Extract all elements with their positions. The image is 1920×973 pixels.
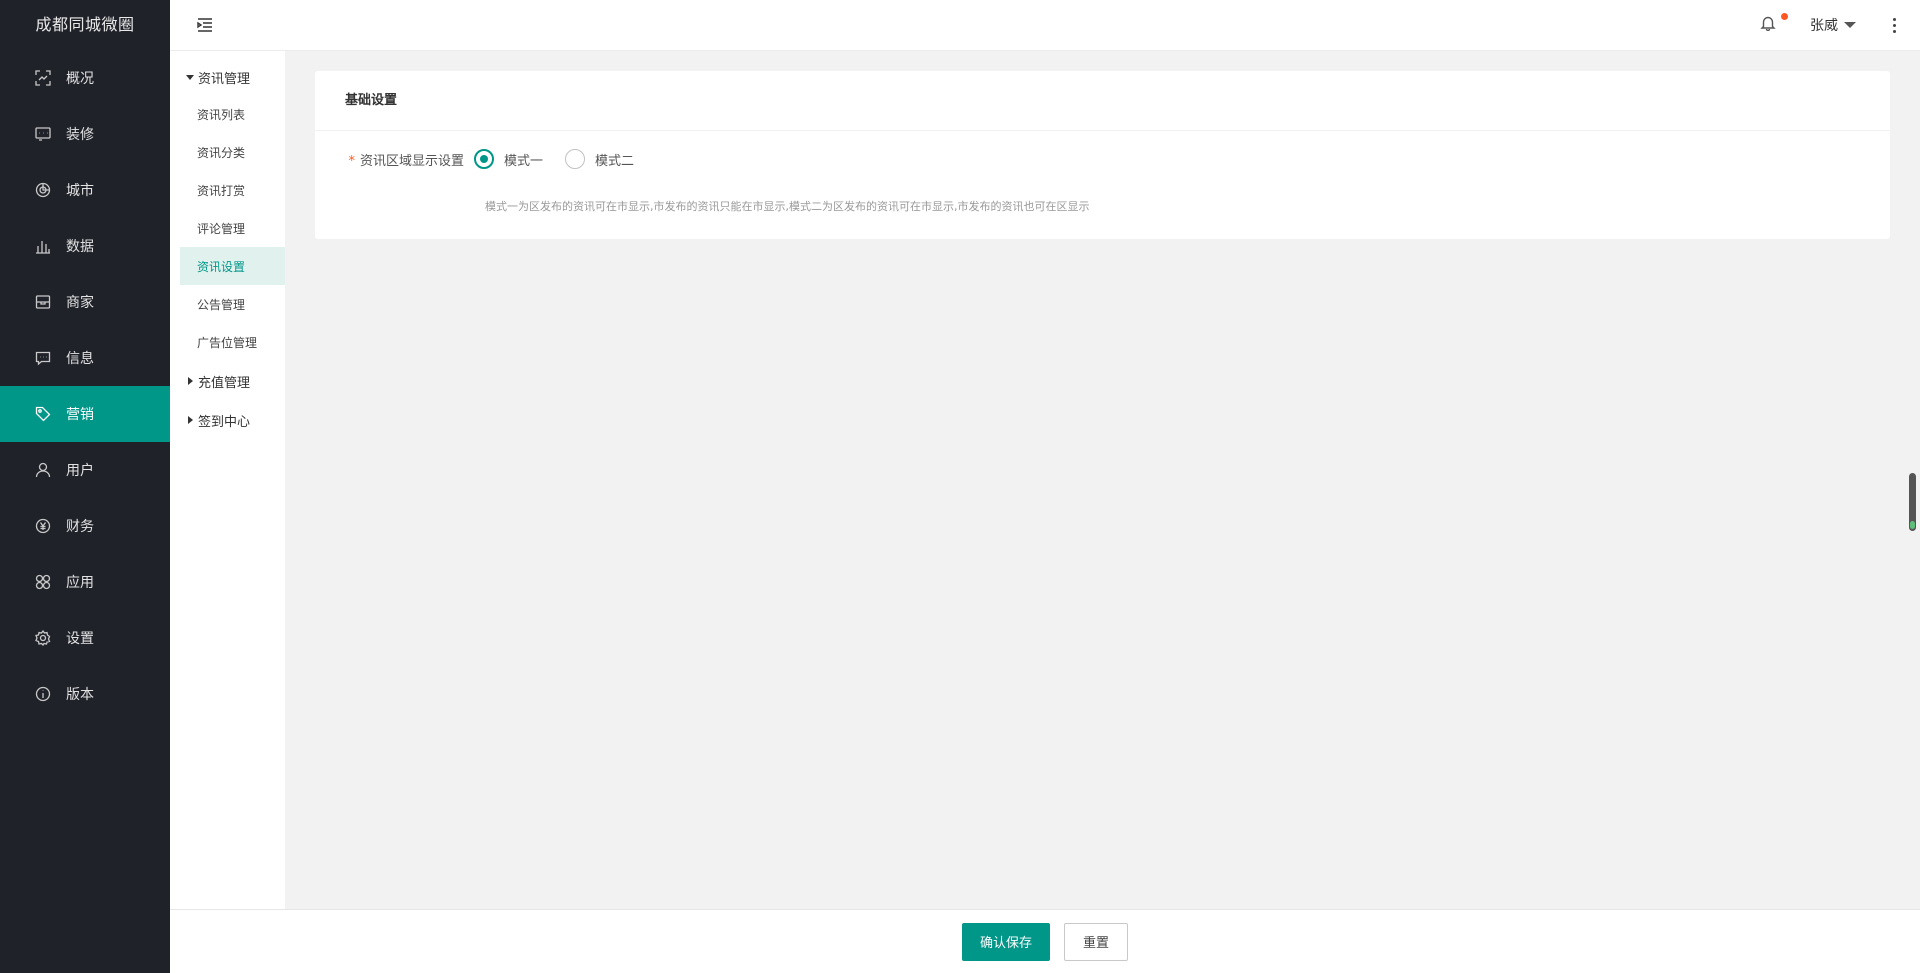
sidebar-item-label: 数据 <box>66 239 94 255</box>
sub-sidebar: 资讯管理 资讯列表 资讯分类 资讯打赏 评论管理 资讯设置 公告管理 广告位管理… <box>170 51 285 909</box>
sidebar-item-apps[interactable]: 应用 <box>0 554 170 610</box>
chart-icon <box>34 237 52 255</box>
subnav-item-news-category[interactable]: 资讯分类 <box>170 133 285 171</box>
sidebar-item-settings[interactable]: 设置 <box>0 610 170 666</box>
sidebar-item-label: 概况 <box>66 71 94 87</box>
apps-icon <box>34 573 52 591</box>
message-icon <box>34 349 52 367</box>
subnav-item-comments[interactable]: 评论管理 <box>170 209 285 247</box>
main-content: 基础设置 * 资讯区域显示设置 模式一 模式二 模式一为区发布的资讯可在市显示,市… <box>285 51 1920 909</box>
sidebar-item-version[interactable]: 版本 <box>0 666 170 722</box>
user-menu[interactable]: 张威 <box>1810 15 1856 35</box>
scrollbar-thumb[interactable] <box>1909 473 1916 531</box>
subnav-item-news-list[interactable]: 资讯列表 <box>170 95 285 133</box>
radio-mode-one[interactable]: 模式一 <box>474 149 543 169</box>
main-sidebar: 成都同城微圈 概况 装修 城市 数据 商家 信息 营销 用户 财务 应用 设置 … <box>0 0 170 973</box>
sidebar-item-label: 商家 <box>66 295 94 311</box>
decorate-icon <box>34 125 52 143</box>
subnav-item-announcements[interactable]: 公告管理 <box>170 285 285 323</box>
caret-right-icon <box>188 377 193 385</box>
save-button[interactable]: 确认保存 <box>961 922 1050 961</box>
shop-icon <box>34 293 52 311</box>
display-setting-row: * 资讯区域显示设置 模式一 模式二 <box>315 149 656 169</box>
subnav-group-recharge[interactable]: 充值管理 <box>170 361 285 401</box>
radio-checked-icon <box>474 149 494 169</box>
form-footer: 确认保存 重置 <box>170 909 1920 973</box>
sidebar-item-label: 城市 <box>66 183 94 199</box>
yen-icon <box>34 517 52 535</box>
sidebar-item-user[interactable]: 用户 <box>0 442 170 498</box>
field-label-text: 资讯区域显示设置 <box>359 153 464 169</box>
overview-icon <box>34 69 52 87</box>
sidebar-item-label: 用户 <box>66 463 94 479</box>
top-header: 张威 <box>170 0 1920 51</box>
user-name-label: 张威 <box>1810 18 1838 34</box>
tag-icon <box>34 405 52 423</box>
user-icon <box>34 461 52 479</box>
chevron-down-icon <box>1844 22 1856 28</box>
subnav-item-news-settings[interactable]: 资讯设置 <box>180 247 285 285</box>
radio-label: 模式一 <box>504 153 544 169</box>
field-label: * 资讯区域显示设置 <box>315 150 474 169</box>
card-title: 基础设置 <box>315 71 1890 131</box>
sidebar-item-label: 信息 <box>66 351 94 367</box>
subnav-item-news-reward[interactable]: 资讯打赏 <box>170 171 285 209</box>
notification-dot <box>1781 13 1788 20</box>
info-icon <box>34 685 52 703</box>
subnav-group-label: 充值管理 <box>198 375 251 391</box>
sidebar-item-finance[interactable]: 财务 <box>0 498 170 554</box>
caret-right-icon <box>188 416 193 424</box>
radio-unchecked-icon <box>565 149 586 169</box>
city-icon <box>34 181 52 199</box>
subnav-group-label: 资讯管理 <box>198 71 251 87</box>
sidebar-item-label: 应用 <box>66 575 94 591</box>
sidebar-item-label: 版本 <box>66 687 94 703</box>
subnav-group-label: 签到中心 <box>198 414 251 430</box>
menu-toggle-icon[interactable] <box>196 16 214 34</box>
sidebar-item-label: 营销 <box>66 407 94 423</box>
sidebar-item-decorate[interactable]: 装修 <box>0 106 170 162</box>
sidebar-item-data[interactable]: 数据 <box>0 218 170 274</box>
sidebar-item-label: 设置 <box>66 631 94 647</box>
caret-down-icon <box>186 74 194 80</box>
brand-title: 成都同城微圈 <box>35 15 135 34</box>
reset-button[interactable]: 重置 <box>1064 922 1129 961</box>
more-vertical-icon[interactable] <box>1884 15 1904 35</box>
field-help-text: 模式一为区发布的资讯可在市显示,市发布的资讯只能在市显示,模式二为区发布的资讯可… <box>485 200 1090 213</box>
sidebar-item-shop[interactable]: 商家 <box>0 274 170 330</box>
sidebar-item-message[interactable]: 信息 <box>0 330 170 386</box>
sidebar-item-overview[interactable]: 概况 <box>0 50 170 106</box>
subnav-group-news[interactable]: 资讯管理 <box>170 59 285 95</box>
required-mark: * <box>348 153 355 169</box>
sidebar-item-marketing[interactable]: 营销 <box>0 386 170 442</box>
radio-label: 模式二 <box>595 153 635 169</box>
subnav-group-checkin[interactable]: 签到中心 <box>170 401 285 439</box>
sidebar-item-city[interactable]: 城市 <box>0 162 170 218</box>
sidebar-item-label: 装修 <box>66 127 94 143</box>
gear-icon <box>34 629 52 647</box>
notification-bell-icon[interactable] <box>1760 13 1788 35</box>
radio-mode-two[interactable]: 模式二 <box>565 149 634 169</box>
subnav-item-ad-slots[interactable]: 广告位管理 <box>170 323 285 361</box>
sidebar-item-label: 财务 <box>66 519 94 535</box>
basic-settings-card: 基础设置 * 资讯区域显示设置 模式一 模式二 模式一为区发布的资讯可在市显示,市… <box>315 71 1890 239</box>
